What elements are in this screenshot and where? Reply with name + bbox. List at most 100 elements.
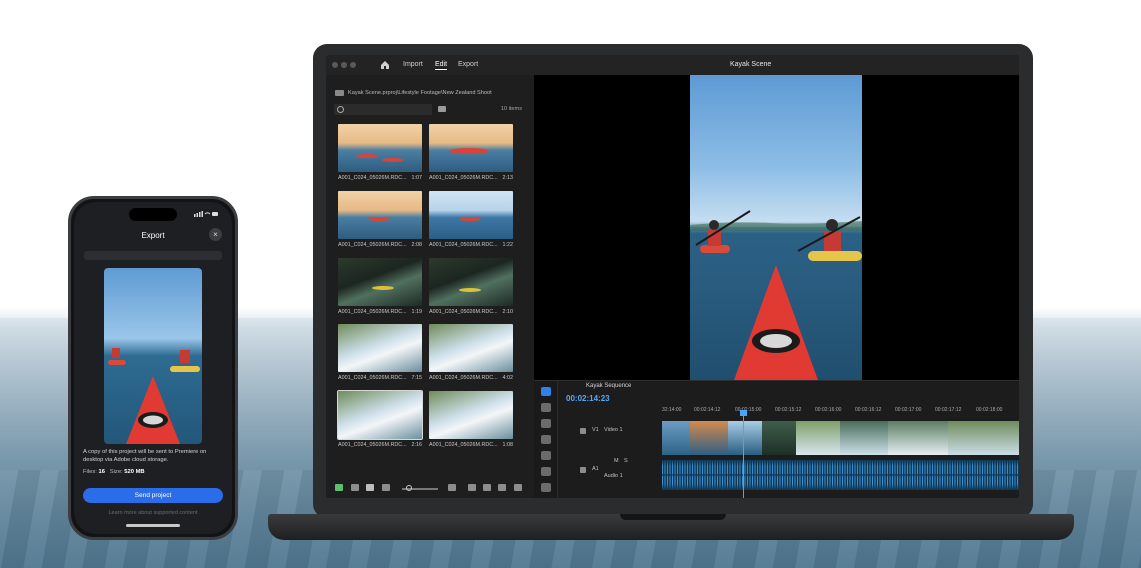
video-clip[interactable] xyxy=(796,421,840,455)
trash-icon[interactable] xyxy=(514,484,522,491)
program-monitor[interactable] xyxy=(534,75,1019,380)
zoom-slider-handle[interactable] xyxy=(406,485,412,491)
ruler-tick: 00:02:17:12 xyxy=(935,407,962,413)
window-zoom-dot[interactable] xyxy=(350,62,356,68)
search-input[interactable] xyxy=(334,104,432,115)
lock-track-icon[interactable] xyxy=(580,467,586,473)
size-value: 520 MB xyxy=(124,469,145,475)
time-ruler[interactable]: 32:14:00 00:02:14:12 00:02:15:00 00:02:1… xyxy=(662,406,1019,416)
clip-image xyxy=(429,391,513,439)
video-clip[interactable] xyxy=(690,421,728,455)
project-folder-icon xyxy=(335,90,344,96)
nav-edit[interactable]: Edit xyxy=(435,61,448,70)
lock-track-icon[interactable] xyxy=(580,428,586,434)
kayak-scene-image xyxy=(690,210,862,380)
video-clip[interactable] xyxy=(662,421,690,455)
selection-tool-icon[interactable] xyxy=(541,387,551,396)
playhead[interactable] xyxy=(743,411,744,498)
nav-import[interactable]: Import xyxy=(403,61,423,68)
clip-name: A001_C024_05026M.RDC... xyxy=(338,309,407,315)
clip-thumbnail[interactable]: A001_C024_05026M.RDC... 7:15 xyxy=(338,324,422,386)
premiere-window: Import Edit Export Kayak Scene Kayak Sce… xyxy=(326,55,1019,498)
export-description: A copy of this project will be sent to P… xyxy=(83,449,207,463)
sort-icon[interactable] xyxy=(448,484,456,491)
solo-button[interactable]: S xyxy=(624,458,628,464)
clip-duration: 1:07 xyxy=(411,175,423,181)
clip-thumbnail[interactable]: A001_C024_05026M.RDC... 4:02 xyxy=(429,324,513,386)
pen-tool-icon[interactable] xyxy=(541,467,551,476)
ruler-tick: 00:02:17:00 xyxy=(895,407,922,413)
clip-duration: 4:02 xyxy=(502,375,514,381)
files-label: Files: xyxy=(83,469,97,475)
clip-name: A001_C024_05026M.RDC... xyxy=(429,175,498,181)
clip-duration: 2:13 xyxy=(502,175,514,181)
clip-image xyxy=(429,324,513,372)
video-clip[interactable] xyxy=(728,421,762,455)
clip-image xyxy=(429,258,513,306)
home-icon[interactable] xyxy=(380,60,390,70)
nav-export[interactable]: Export xyxy=(458,61,478,68)
clip-image xyxy=(338,324,422,372)
clip-duration: 1:08 xyxy=(502,442,514,448)
bin-icon[interactable] xyxy=(468,484,476,491)
clip-image xyxy=(338,258,422,306)
learn-more-link[interactable]: Learn more about supported content xyxy=(74,510,232,516)
ruler-tick: 00:02:16:12 xyxy=(855,407,882,413)
size-label: Size: xyxy=(109,469,123,475)
clip-name: A001_C024_05026M.RDC... xyxy=(429,442,498,448)
window-minimize-dot[interactable] xyxy=(341,62,347,68)
clip-thumbnail[interactable]: A001_C024_05026M.RDC... 2:16 xyxy=(337,390,423,453)
export-options-bar[interactable] xyxy=(84,251,222,260)
freeform-view-icon[interactable] xyxy=(382,484,390,491)
new-folder-icon[interactable] xyxy=(483,484,491,491)
razor-tool-icon[interactable] xyxy=(541,435,551,444)
track-id: V1 xyxy=(592,427,599,433)
clip-thumbnail[interactable]: A001_C024_05026M.RDC... 1:08 xyxy=(429,391,513,453)
clip-name: A001_C024_05026M.RDC... xyxy=(429,309,498,315)
new-item-icon[interactable] xyxy=(498,484,506,491)
ruler-tick: 00:02:16:00 xyxy=(815,407,842,413)
list-view-icon[interactable] xyxy=(351,484,359,491)
clip-thumbnail[interactable]: A001_C024_05026M.RDC... 1:19 xyxy=(338,258,422,320)
close-button[interactable]: × xyxy=(209,228,222,241)
ruler-tick: 00:02:15:12 xyxy=(775,407,802,413)
clip-image xyxy=(338,191,422,239)
grid-view-icon[interactable] xyxy=(366,484,374,491)
video-track[interactable] xyxy=(662,421,1019,455)
rectangle-tool-icon[interactable] xyxy=(541,483,551,492)
video-clip[interactable] xyxy=(762,421,796,455)
media-panel: Kayak Scene.prproj\Lifestyle Footage\New… xyxy=(326,75,534,498)
media-toolbar xyxy=(326,478,534,498)
clip-image xyxy=(429,191,513,239)
track-select-tool-icon[interactable] xyxy=(541,403,551,412)
clip-thumbnail[interactable]: A001_C024_05026M.RDC... 1:22 xyxy=(429,191,513,253)
pen-icon[interactable] xyxy=(335,484,343,491)
clip-thumbnail[interactable]: A001_C024_05026M.RDC... 2:10 xyxy=(429,258,513,320)
laptop-notch xyxy=(620,514,726,520)
send-project-button[interactable]: Send project xyxy=(83,488,223,503)
clip-thumbnail[interactable]: A001_C024_05026M.RDC... 2:08 xyxy=(338,191,422,253)
video-clip[interactable] xyxy=(948,421,1019,455)
audio-track[interactable] xyxy=(662,460,1019,490)
waveform-shading xyxy=(662,460,1019,490)
clip-thumbnail[interactable]: A001_C024_05026M.RDC... 1:07 xyxy=(338,124,422,186)
status-bar-icons xyxy=(194,211,218,217)
video-clip[interactable] xyxy=(888,421,948,455)
clip-thumbnail[interactable]: A001_C024_05026M.RDC... 2:13 xyxy=(429,124,513,186)
video-frame xyxy=(690,75,862,380)
mute-button[interactable]: M xyxy=(614,458,619,464)
phone-screen: Export × A copy of this project will be … xyxy=(74,202,232,534)
breadcrumb[interactable]: Kayak Scene.prproj\Lifestyle Footage\New… xyxy=(348,90,492,96)
window-close-dot[interactable] xyxy=(332,62,338,68)
sequence-tab[interactable]: Kayak Sequence xyxy=(586,383,631,389)
clip-duration: 1:19 xyxy=(411,309,423,315)
track-name: Video 1 xyxy=(604,427,623,433)
slip-tool-icon[interactable] xyxy=(541,451,551,460)
playhead-timecode[interactable]: 00:02:14:23 xyxy=(566,394,610,403)
video-clip[interactable] xyxy=(840,421,888,455)
export-preview xyxy=(104,268,202,444)
ripple-edit-tool-icon[interactable] xyxy=(541,419,551,428)
new-bin-icon[interactable] xyxy=(438,106,446,112)
clip-name: A001_C024_05026M.RDC... xyxy=(429,375,498,381)
clip-duration: 2:10 xyxy=(502,309,514,315)
